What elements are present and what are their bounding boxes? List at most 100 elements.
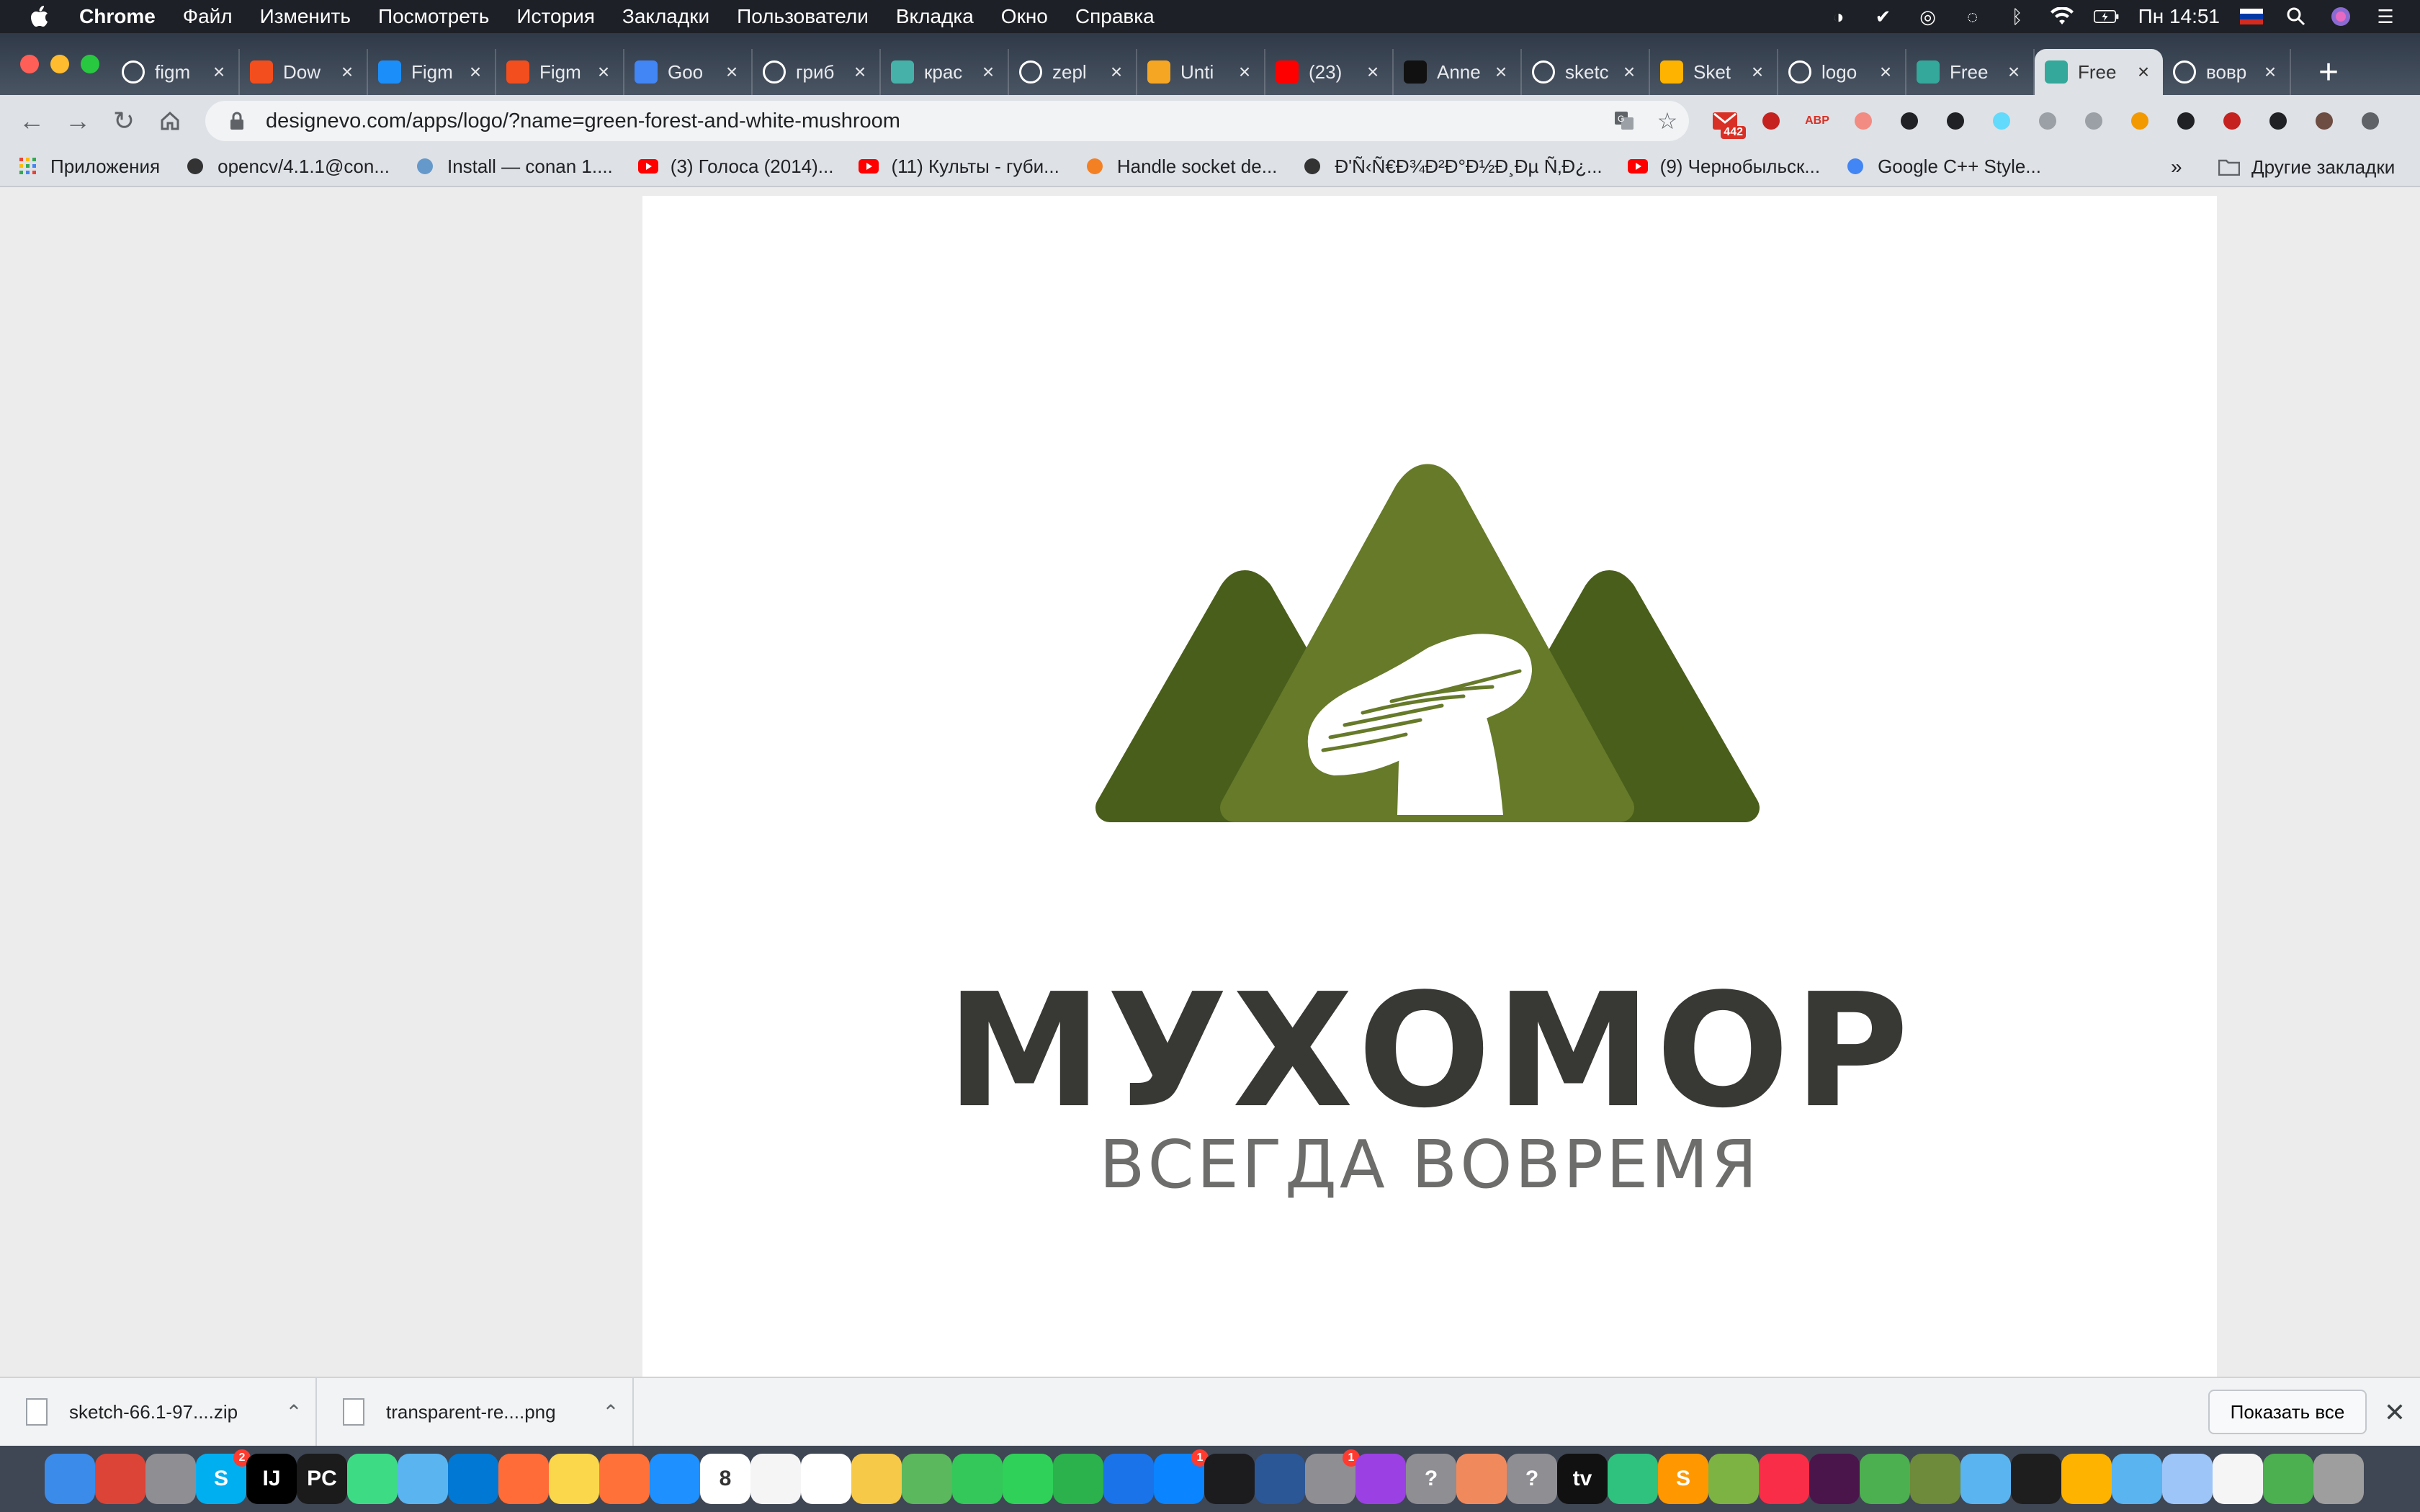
url-text[interactable]: designevo.com/apps/logo/?name=green-fore… <box>266 109 1603 133</box>
finder-icon[interactable] <box>45 1454 95 1504</box>
reminders-icon[interactable] <box>801 1454 851 1504</box>
logo-canvas[interactable]: МУХОМОР ВСЕГДА ВОВРЕМЯ <box>642 196 2217 1377</box>
extension-icon[interactable] <box>1937 103 1973 139</box>
close-icon[interactable]: × <box>1620 60 1639 84</box>
close-icon[interactable]: × <box>851 60 869 84</box>
rocket-icon[interactable] <box>145 1454 196 1504</box>
tab-5[interactable]: Goo × <box>624 49 753 95</box>
other-bookmarks-folder[interactable]: Другие закладки <box>2218 147 2395 187</box>
tab-8[interactable]: zepl × <box>1009 49 1137 95</box>
notes-icon[interactable] <box>549 1454 599 1504</box>
close-icon[interactable]: × <box>2134 60 2153 84</box>
menu-window[interactable]: Окно <box>1001 5 1048 28</box>
folder-green-icon[interactable] <box>2263 1454 2313 1504</box>
numbers-icon[interactable] <box>1053 1454 1103 1504</box>
folder-icon[interactable] <box>1960 1454 2011 1504</box>
extension-icon[interactable] <box>2076 103 2112 139</box>
sketch-pen-icon[interactable] <box>1456 1454 1507 1504</box>
close-icon[interactable]: × <box>338 60 357 84</box>
close-icon[interactable]: × <box>2004 60 2023 84</box>
bookmark-star-icon[interactable]: ☆ <box>1646 101 1689 141</box>
media-icon[interactable] <box>2260 103 2296 139</box>
keynote-icon[interactable] <box>1103 1454 1154 1504</box>
tab-9[interactable]: Unti × <box>1137 49 1265 95</box>
folder-icon[interactable] <box>398 1454 448 1504</box>
close-icon[interactable]: × <box>1363 60 1382 84</box>
figma-icon[interactable] <box>2011 1454 2061 1504</box>
close-window-button[interactable] <box>20 55 39 73</box>
flag-ru-icon[interactable] <box>2238 6 2264 27</box>
checkmark-icon[interactable]: ✔ <box>1870 6 1896 27</box>
bookmark-item[interactable]: Handle socket de... <box>1084 156 1277 178</box>
system-preferences-icon[interactable]: 1 <box>1305 1449 1360 1504</box>
tab-11[interactable]: Anne × <box>1394 49 1522 95</box>
intellij-icon[interactable]: IJ <box>246 1454 297 1504</box>
zoom-window-button[interactable] <box>81 55 99 73</box>
close-icon[interactable]: × <box>1107 60 1126 84</box>
battery-icon[interactable] <box>2093 6 2120 27</box>
sourcetree-icon[interactable] <box>1255 1454 1305 1504</box>
home-button[interactable] <box>147 98 193 144</box>
sublime-icon[interactable]: S <box>1658 1454 1708 1504</box>
close-icon[interactable]: × <box>979 60 998 84</box>
trash-icon[interactable] <box>2313 1454 2364 1504</box>
wifi-icon[interactable] <box>2049 6 2075 27</box>
bookmark-item[interactable]: (9) Чернобыльск... <box>1627 156 1820 178</box>
downloads-icon[interactable] <box>2112 1454 2162 1504</box>
extension-icon[interactable] <box>2168 103 2204 139</box>
avatar-icon[interactable] <box>2306 103 2342 139</box>
close-icon[interactable]: ✕ <box>2377 1392 2413 1433</box>
minecraft-icon[interactable] <box>1910 1454 1960 1504</box>
pycharm-icon[interactable]: PC <box>297 1454 347 1504</box>
help-icon[interactable]: ? <box>1507 1454 1557 1504</box>
activity-icon[interactable] <box>1608 1454 1658 1504</box>
bookmarks-more-button[interactable]: » <box>2171 147 2182 187</box>
menu-edit[interactable]: Изменить <box>260 5 351 28</box>
forward-button[interactable]: → <box>55 98 101 144</box>
lock-toggle-icon[interactable]: ◑ <box>1826 6 1852 27</box>
tab-1[interactable]: figm × <box>112 49 240 95</box>
help-icon[interactable]: ? <box>1406 1454 1456 1504</box>
extension-icon[interactable] <box>2030 103 2066 139</box>
slack-icon[interactable] <box>1809 1454 1860 1504</box>
safari-icon[interactable] <box>650 1454 700 1504</box>
cube-icon[interactable] <box>1708 1454 1759 1504</box>
adblock-plus-icon[interactable]: ABP <box>1799 103 1835 139</box>
bookmark-item[interactable]: Google C++ Style... <box>1845 156 2041 178</box>
close-icon[interactable]: × <box>466 60 485 84</box>
address-bar[interactable]: designevo.com/apps/logo/?name=green-fore… <box>205 101 1689 141</box>
close-icon[interactable]: × <box>210 60 228 84</box>
close-icon[interactable]: × <box>2261 60 2280 84</box>
apple-tv-icon[interactable]: tv <box>1557 1454 1608 1504</box>
menu-history[interactable]: История <box>516 5 595 28</box>
show-all-downloads-button[interactable]: Показать все <box>2208 1390 2367 1434</box>
bookmark-item[interactable]: Ð'Ñ‹Ñ€Ð¾Ð²Ð°Ð½Ð¸Ðµ Ñ‚Ð¿... <box>1301 156 1603 178</box>
translate-icon[interactable]: G <box>1603 101 1646 141</box>
notification-center-icon[interactable]: ☰ <box>2372 6 2398 27</box>
close-icon[interactable]: × <box>1235 60 1254 84</box>
tab-2[interactable]: Dow × <box>240 49 368 95</box>
bookmark-item[interactable]: Приложения <box>17 156 160 178</box>
tab-7[interactable]: крас × <box>881 49 1009 95</box>
close-icon[interactable]: × <box>1748 60 1767 84</box>
menu-people[interactable]: Пользователи <box>737 5 869 28</box>
mountain-app-icon[interactable] <box>1860 1454 1910 1504</box>
menu-view[interactable]: Посмотреть <box>378 5 489 28</box>
pdf-icon[interactable] <box>1845 103 1881 139</box>
preview-icon[interactable] <box>2213 1454 2263 1504</box>
app-store-icon[interactable]: 1 <box>1154 1449 1209 1504</box>
minimize-window-button[interactable] <box>50 55 69 73</box>
activity-ring-icon[interactable]: ◌ <box>1960 6 1986 27</box>
lock-icon[interactable] <box>223 111 251 131</box>
menu-bookmarks[interactable]: Закладки <box>622 5 709 28</box>
sync-icon[interactable]: ◎ <box>1915 6 1941 27</box>
menu-tab[interactable]: Вкладка <box>896 5 974 28</box>
gmail-icon[interactable]: 442 <box>1707 103 1746 139</box>
siri-icon[interactable] <box>2328 6 2354 27</box>
close-icon[interactable]: × <box>1492 60 1510 84</box>
close-icon[interactable]: × <box>594 60 613 84</box>
close-icon[interactable]: × <box>722 60 741 84</box>
menu-file[interactable]: Файл <box>183 5 233 28</box>
screens-icon[interactable] <box>2162 1454 2213 1504</box>
bluetooth-icon[interactable]: ᛒ <box>2004 6 2030 27</box>
